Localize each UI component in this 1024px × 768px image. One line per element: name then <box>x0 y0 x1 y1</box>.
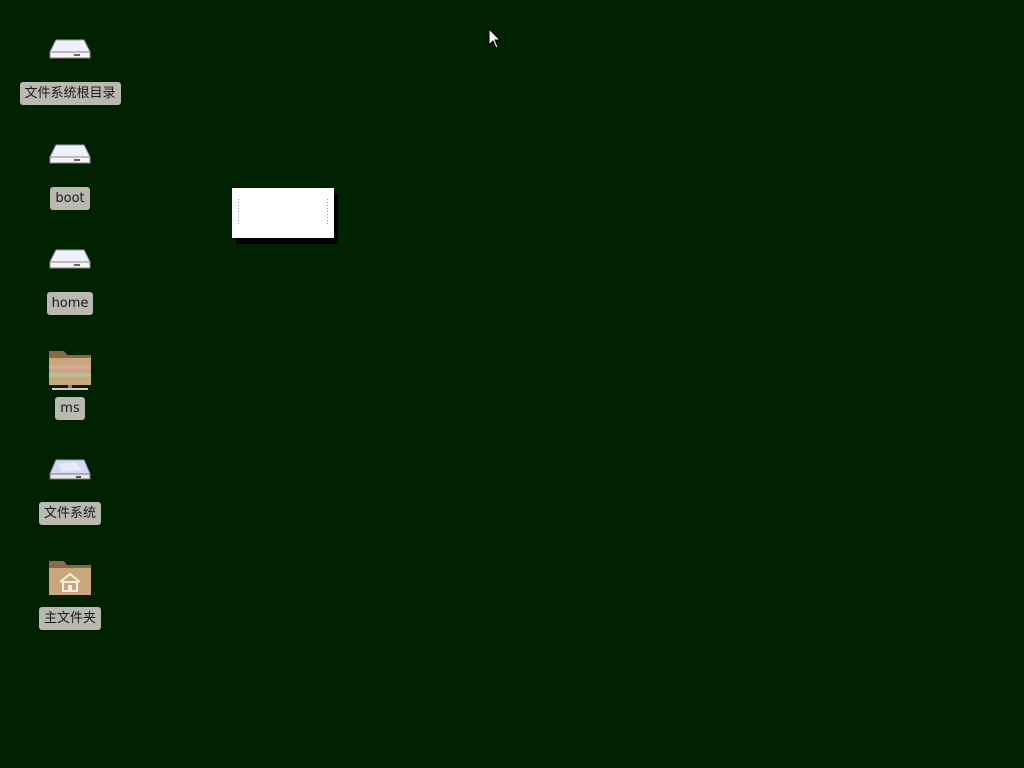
desktop-icon-label: 文件系统根目录 <box>19 82 121 105</box>
desktop-icon-filesystem[interactable]: 文件系统 <box>20 450 120 530</box>
desktop-icon-label: boot <box>50 187 90 210</box>
drag-handle-left[interactable] <box>237 198 240 226</box>
filesystem-drive-icon <box>46 450 94 498</box>
desktop[interactable]: 文件系统根目录 boot home ms 文件系统 主文件夹 <box>0 0 1024 768</box>
drive-icon <box>46 240 94 288</box>
drive-icon <box>46 30 94 78</box>
drag-handle-right[interactable] <box>326 198 329 226</box>
desktop-icon-root-filesystem[interactable]: 文件系统根目录 <box>19 30 121 110</box>
desktop-icon-boot[interactable]: boot <box>20 135 120 215</box>
home-folder-icon <box>46 555 94 603</box>
drive-icon <box>46 135 94 183</box>
desktop-icon-label: 主文件夹 <box>38 607 101 630</box>
desktop-icon-label: home <box>46 292 94 315</box>
network-folder-icon <box>46 345 94 393</box>
floating-panel[interactable] <box>232 188 334 238</box>
mouse-pointer-icon <box>488 28 502 49</box>
desktop-icon-label: 文件系统 <box>38 502 101 525</box>
desktop-icon-label: ms <box>55 397 85 420</box>
desktop-icon-ms[interactable]: ms <box>20 345 120 425</box>
desktop-icon-home-folder[interactable]: 主文件夹 <box>20 555 120 635</box>
desktop-icon-home[interactable]: home <box>20 240 120 320</box>
